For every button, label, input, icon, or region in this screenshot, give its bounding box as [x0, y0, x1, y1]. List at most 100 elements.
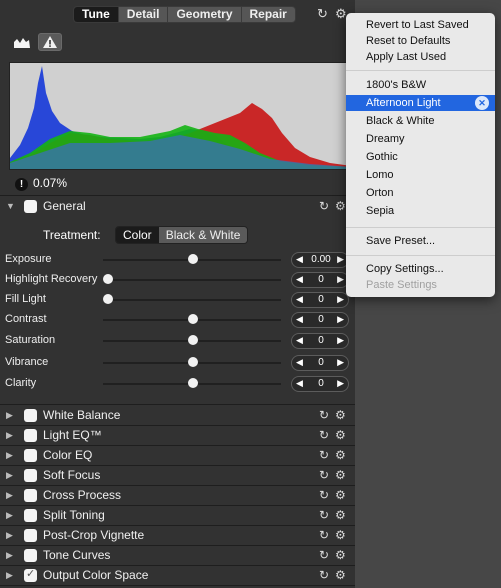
disclosure-closed-icon[interactable]: ▶	[6, 470, 16, 481]
slider-thumb[interactable]	[188, 254, 198, 264]
menu-item-preset[interactable]: Afternoon Light ✕	[346, 95, 495, 111]
slider-thumb[interactable]	[103, 294, 113, 304]
section-header[interactable]: ▶ Post-Crop Vignette ↻ ⚙	[0, 525, 355, 545]
reset-icon[interactable]: ↻	[319, 508, 329, 522]
gear-icon[interactable]: ⚙	[335, 468, 346, 482]
reset-icon[interactable]: ↻	[317, 6, 328, 22]
disclosure-closed-icon[interactable]: ▶	[6, 510, 16, 521]
reset-icon[interactable]: ↻	[319, 448, 329, 462]
reset-icon[interactable]: ↻	[319, 548, 329, 562]
reset-icon[interactable]: ↻	[319, 528, 329, 542]
section-header[interactable]: ▶ Light EQ™ ↻ ⚙	[0, 425, 355, 445]
disclosure-closed-icon[interactable]: ▶	[6, 490, 16, 501]
disclosure-closed-icon[interactable]: ▶	[6, 450, 16, 461]
slider-value[interactable]: 0	[304, 357, 338, 368]
gear-icon[interactable]: ⚙	[335, 199, 346, 213]
decrement-arrow-icon[interactable]: ◀	[296, 294, 303, 305]
menu-item-preset[interactable]: Lomo	[346, 167, 495, 183]
menu-item-copy-settings[interactable]: Copy Settings...	[346, 261, 495, 277]
section-general[interactable]: ▼ General ↻ ⚙	[0, 196, 355, 216]
slider-thumb[interactable]	[103, 274, 113, 284]
section-header[interactable]: ▶ Split Toning ↻ ⚙	[0, 505, 355, 525]
slider-thumb[interactable]	[188, 378, 198, 388]
decrement-arrow-icon[interactable]: ◀	[296, 314, 303, 325]
decrement-arrow-icon[interactable]: ◀	[296, 378, 303, 389]
menu-item-save-preset[interactable]: Save Preset...	[346, 233, 495, 249]
section-header[interactable]: ▶Output Color Space↻⚙	[0, 565, 355, 585]
reset-icon[interactable]: ↻	[319, 568, 329, 582]
increment-arrow-icon[interactable]: ▶	[337, 314, 344, 325]
slider-value[interactable]: 0	[304, 294, 338, 305]
tab-tune[interactable]: Tune	[74, 7, 119, 22]
tab-geometry[interactable]: Geometry	[168, 7, 242, 22]
gear-icon[interactable]: ⚙	[335, 408, 346, 422]
menu-item-apply-last[interactable]: Apply Last Used	[346, 49, 495, 65]
section-enable-checkbox[interactable]	[24, 428, 37, 442]
section-enable-checkbox[interactable]	[24, 468, 37, 482]
gear-icon[interactable]: ⚙	[335, 6, 347, 22]
section-header[interactable]: ▶ Tone Curves ↻ ⚙	[0, 545, 355, 565]
histogram-mode-button[interactable]	[10, 33, 34, 51]
gear-icon[interactable]: ⚙	[335, 568, 346, 582]
menu-item-preset[interactable]: Black & White	[346, 113, 495, 129]
section-enable-checkbox[interactable]	[24, 528, 37, 542]
slider-value[interactable]: 0	[304, 314, 338, 325]
section-enable-checkbox[interactable]	[24, 508, 37, 522]
gear-icon[interactable]: ⚙	[335, 528, 346, 542]
value-stepper[interactable]: ◀ 0 ▶	[291, 376, 349, 392]
disclosure-closed-icon[interactable]: ▶	[6, 530, 16, 541]
value-stepper[interactable]: ◀ 0 ▶	[291, 312, 349, 328]
value-stepper[interactable]: ◀ 0.00 ▶	[291, 252, 349, 268]
gear-icon[interactable]: ⚙	[335, 548, 346, 562]
menu-item-preset[interactable]: Gothic	[346, 149, 495, 165]
tab-repair[interactable]: Repair	[242, 7, 295, 22]
increment-arrow-icon[interactable]: ▶	[337, 294, 344, 305]
slider-track[interactable]	[103, 279, 281, 281]
increment-arrow-icon[interactable]: ▶	[337, 378, 344, 389]
section-header[interactable]: ▶ Cross Process ↻ ⚙	[0, 485, 355, 505]
disclosure-closed-icon[interactable]: ▶	[6, 410, 16, 421]
reset-icon[interactable]: ↻	[319, 199, 329, 213]
remove-preset-icon[interactable]: ✕	[475, 96, 489, 110]
gear-icon[interactable]: ⚙	[335, 508, 346, 522]
slider-value[interactable]: 0	[304, 335, 338, 346]
reset-icon[interactable]: ↻	[319, 468, 329, 482]
gear-icon[interactable]: ⚙	[335, 488, 346, 502]
section-header[interactable]: ▶ White Balance ↻ ⚙	[0, 405, 355, 425]
section-enable-checkbox[interactable]	[24, 548, 37, 562]
increment-arrow-icon[interactable]: ▶	[337, 254, 344, 265]
reset-icon[interactable]: ↻	[319, 428, 329, 442]
reset-icon[interactable]: ↻	[319, 408, 329, 422]
tab-detail[interactable]: Detail	[119, 7, 169, 22]
disclosure-closed-icon[interactable]: ▶	[6, 550, 16, 561]
treatment-bw-option[interactable]: Black & White	[158, 227, 248, 243]
menu-item-reset[interactable]: Reset to Defaults	[346, 33, 495, 49]
slider-value[interactable]: 0	[304, 378, 338, 389]
increment-arrow-icon[interactable]: ▶	[337, 274, 344, 285]
gear-icon[interactable]: ⚙	[335, 428, 346, 442]
value-stepper[interactable]: ◀ 0 ▶	[291, 272, 349, 288]
gear-icon[interactable]: ⚙	[335, 448, 346, 462]
increment-arrow-icon[interactable]: ▶	[337, 335, 344, 346]
general-enable-checkbox[interactable]	[24, 199, 37, 213]
decrement-arrow-icon[interactable]: ◀	[296, 274, 303, 285]
disclosure-closed-icon[interactable]: ▶	[6, 570, 16, 581]
disclosure-closed-icon[interactable]: ▶	[6, 430, 16, 441]
slider-thumb[interactable]	[188, 314, 198, 324]
reset-icon[interactable]: ↻	[319, 488, 329, 502]
section-enable-checkbox[interactable]	[24, 567, 37, 582]
slider-value[interactable]: 0.00	[304, 254, 338, 265]
decrement-arrow-icon[interactable]: ◀	[296, 357, 303, 368]
value-stepper[interactable]: ◀ 0 ▶	[291, 355, 349, 371]
slider-track[interactable]	[103, 299, 281, 301]
menu-item-revert[interactable]: Revert to Last Saved	[346, 17, 495, 33]
section-enable-checkbox[interactable]	[24, 488, 37, 502]
treatment-color-option[interactable]: Color	[116, 227, 159, 243]
section-enable-checkbox[interactable]	[24, 448, 37, 462]
decrement-arrow-icon[interactable]: ◀	[296, 335, 303, 346]
disclosure-open-icon[interactable]: ▼	[6, 201, 16, 211]
clipping-warning-button[interactable]	[38, 33, 62, 51]
section-enable-checkbox[interactable]	[24, 408, 37, 422]
decrement-arrow-icon[interactable]: ◀	[296, 254, 303, 265]
section-header[interactable]: ▶ Color EQ ↻ ⚙	[0, 445, 355, 465]
